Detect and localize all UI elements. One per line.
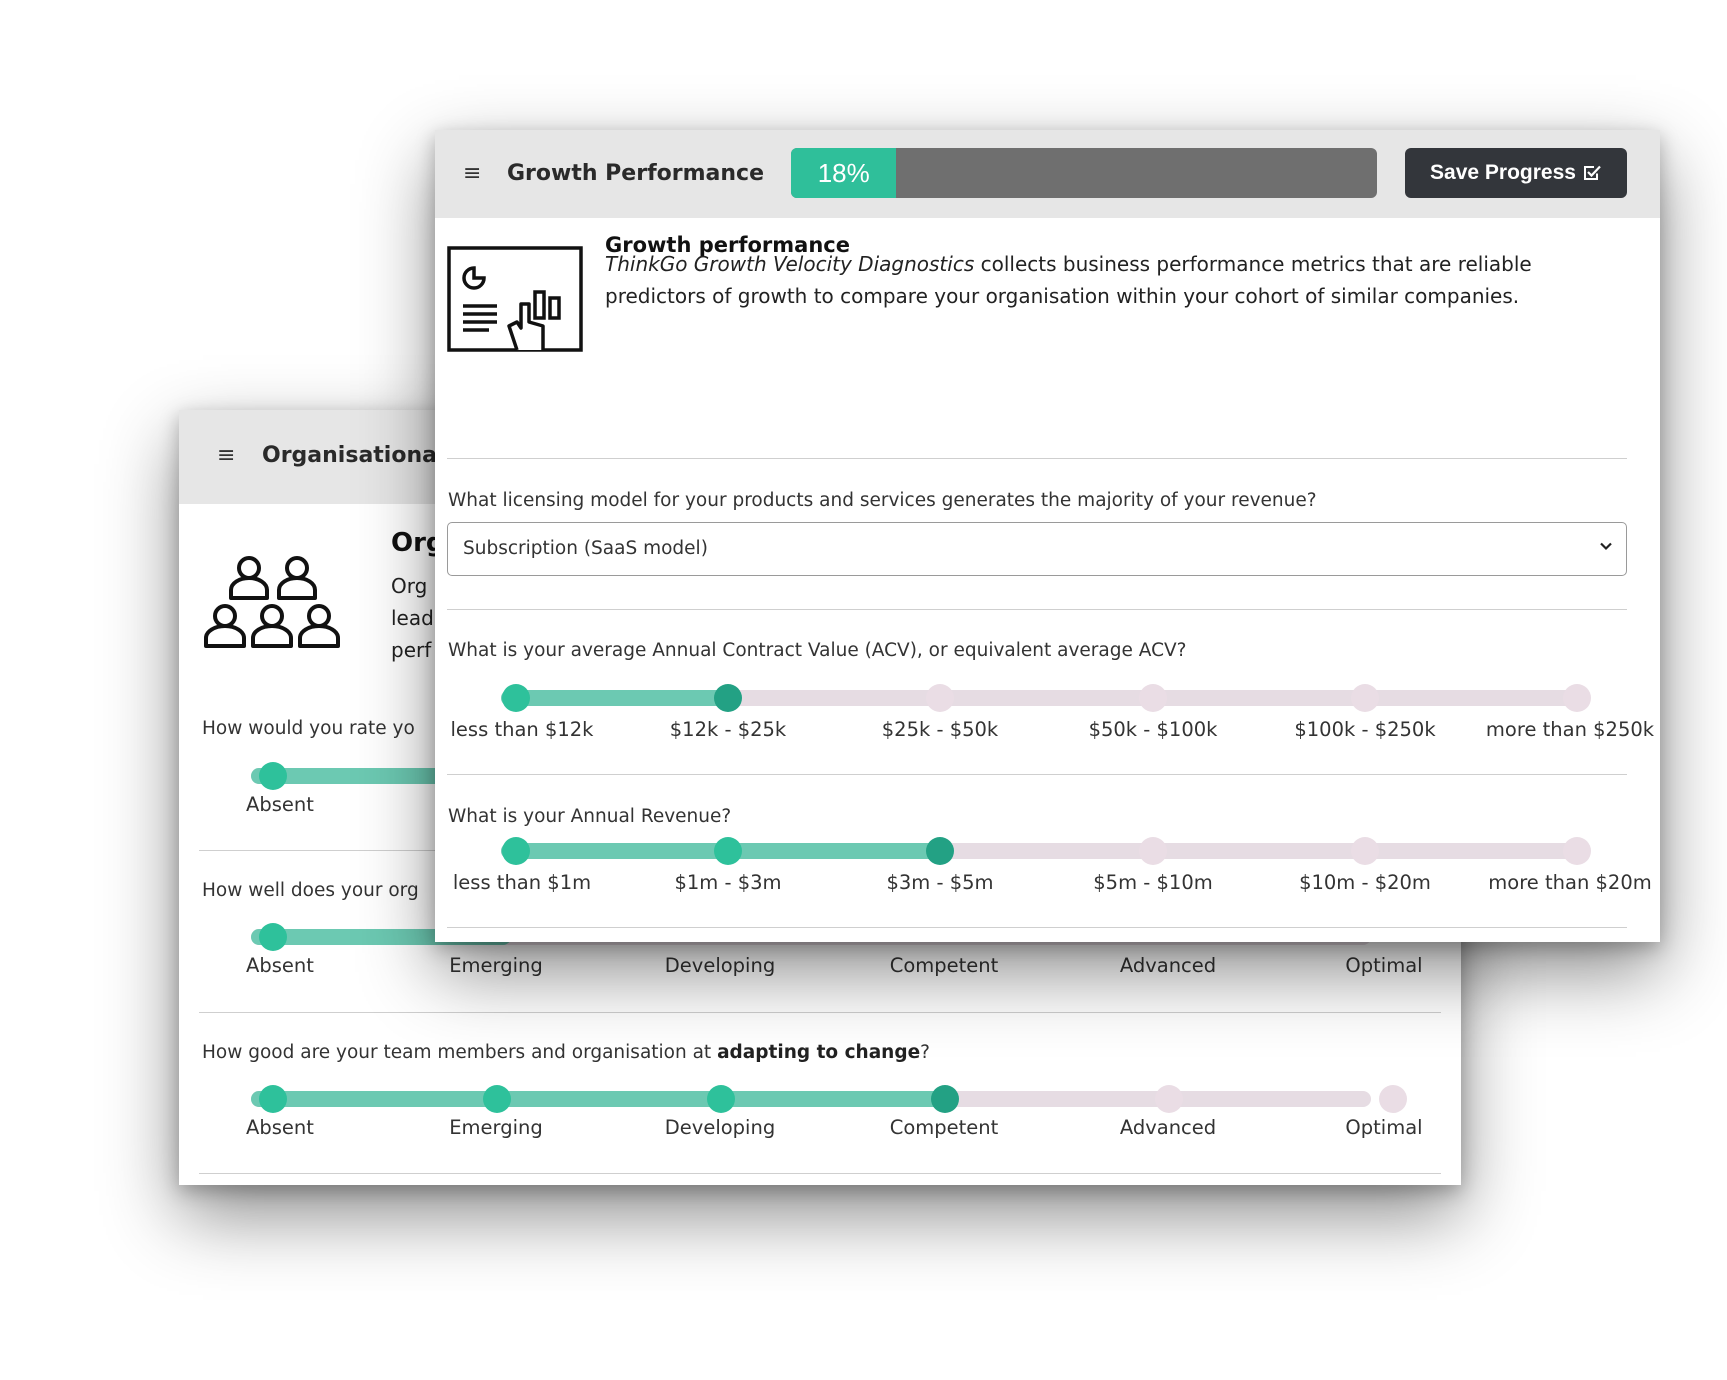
slider-stop[interactable]: [1155, 1085, 1183, 1113]
menu-icon[interactable]: ≡: [463, 163, 481, 185]
slider-label: Advanced: [1119, 954, 1217, 977]
slider-label: less than $1m: [452, 871, 592, 894]
slider-stop[interactable]: [1139, 684, 1167, 712]
question-text: What is your average Annual Contract Val…: [448, 640, 1187, 661]
slider-label: $50k - $100k: [1088, 718, 1218, 741]
slider-stop[interactable]: [483, 1085, 511, 1113]
slider-label: $10m - $20m: [1299, 871, 1431, 894]
slider-track[interactable]: [251, 1091, 1371, 1107]
revenue-slider-handle[interactable]: [926, 837, 954, 865]
slider-stop[interactable]: [1139, 837, 1167, 865]
slider-handle[interactable]: [259, 923, 287, 951]
slider-stop[interactable]: [714, 837, 742, 865]
slider-label: Absent: [246, 954, 314, 977]
growth-performance-panel: ≡ Growth Performance 18% Save Progress G…: [435, 130, 1660, 942]
licensing-model-select[interactable]: Subscription (SaaS model): [447, 522, 1627, 576]
question-text: How well does your org: [202, 880, 419, 901]
slider-stop[interactable]: [1351, 837, 1379, 865]
divider: [199, 1173, 1441, 1174]
divider: [447, 458, 1627, 459]
save-progress-button[interactable]: Save Progress: [1405, 148, 1627, 198]
slider-label: more than $250k: [1485, 718, 1655, 741]
slider-label: Absent: [246, 1116, 314, 1139]
slider-stop[interactable]: [259, 1085, 287, 1113]
divider: [447, 609, 1627, 610]
slider-label: more than $20m: [1488, 871, 1652, 894]
slider-stop[interactable]: [1563, 684, 1591, 712]
slider-label: Absent: [246, 793, 314, 816]
question-text: How would you rate yo: [202, 718, 415, 739]
question-text: What is your Annual Revenue?: [448, 806, 732, 827]
divider: [447, 927, 1627, 928]
slider-stop[interactable]: [502, 837, 530, 865]
divider: [447, 774, 1627, 775]
team-icon: [204, 556, 340, 648]
slider-label: Optimal: [1345, 1116, 1423, 1139]
top-bar: ≡ Growth Performance 18% Save Progress: [435, 130, 1660, 218]
save-progress-label: Save Progress: [1430, 161, 1576, 184]
slider-label: $1m - $3m: [674, 871, 782, 894]
slider-stop[interactable]: [1379, 1085, 1407, 1113]
slider-stop[interactable]: [1563, 837, 1591, 865]
section-desc-line: perf: [391, 638, 432, 662]
presentation-icon: [447, 246, 583, 352]
panel-title: Growth Performance: [507, 161, 765, 186]
slider-label: $5m - $10m: [1093, 871, 1213, 894]
select-value: Subscription (SaaS model): [463, 538, 708, 559]
slider-label: $25k - $50k: [881, 718, 999, 741]
question-text: How good are your team members and organ…: [202, 1042, 930, 1063]
slider-label: Advanced: [1119, 1116, 1217, 1139]
slider-handle[interactable]: [259, 762, 287, 790]
progress-bar: 18%: [791, 148, 1377, 198]
section-description: ThinkGo Growth Velocity Diagnostics coll…: [605, 252, 1532, 308]
slider-stop[interactable]: [707, 1085, 735, 1113]
slider-label: less than $12k: [450, 718, 594, 741]
slider-label: Developing: [664, 1116, 776, 1139]
panel-title: Organisational: [262, 443, 445, 468]
progress-fill: 18%: [791, 148, 897, 198]
slider-label: Competent: [889, 1116, 999, 1139]
slider-label: Emerging: [449, 1116, 543, 1139]
divider: [199, 1012, 1441, 1013]
acv-slider-handle[interactable]: [714, 684, 742, 712]
slider-label: Competent: [889, 954, 999, 977]
slider-label: $100k - $250k: [1294, 718, 1436, 741]
check-square-icon: [1583, 165, 1601, 180]
slider-label: $3m - $5m: [886, 871, 994, 894]
slider-label: Optimal: [1345, 954, 1423, 977]
slider-handle[interactable]: [931, 1085, 959, 1113]
slider-label: Emerging: [449, 954, 543, 977]
slider-label: $12k - $25k: [669, 718, 787, 741]
acv-slider-track[interactable]: [501, 690, 1581, 706]
slider-stop[interactable]: [926, 684, 954, 712]
slider-stop[interactable]: [1351, 684, 1379, 712]
section-desc-line: Org: [391, 574, 428, 598]
slider-label: Developing: [664, 954, 776, 977]
menu-icon[interactable]: ≡: [217, 445, 235, 467]
section-desc-line: lead: [391, 606, 434, 630]
revenue-slider-track[interactable]: [501, 843, 1581, 859]
question-text: What licensing model for your products a…: [448, 490, 1317, 511]
chevron-down-icon: [1600, 542, 1612, 551]
slider-stop[interactable]: [502, 684, 530, 712]
